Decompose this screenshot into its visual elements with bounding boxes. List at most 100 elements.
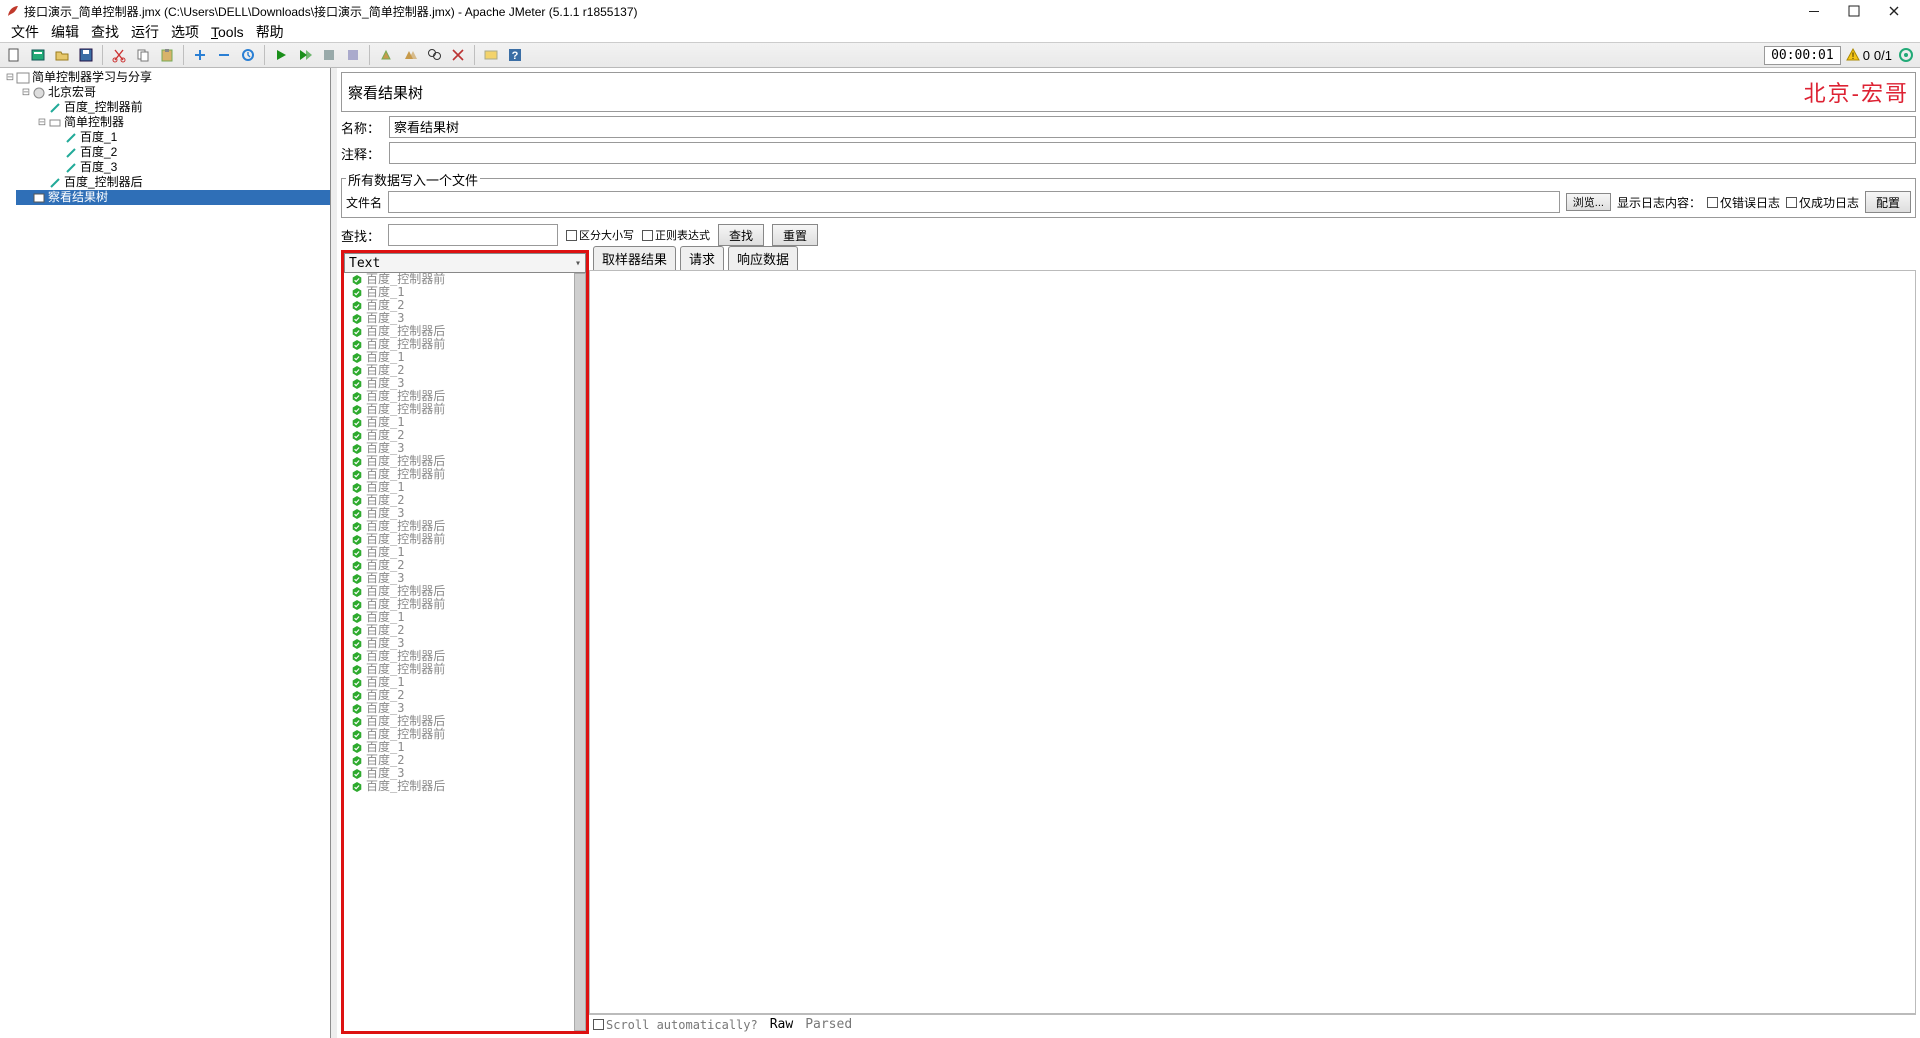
configure-button[interactable]: 配置 [1865,191,1911,213]
errors-only-checkbox[interactable]: 仅错误日志 [1707,194,1780,211]
menu-edit[interactable]: 编辑 [46,21,84,43]
collapse-icon[interactable]: ⊟ [36,115,48,130]
menu-options[interactable]: 选项 [166,21,204,43]
tree-sampler-3[interactable]: 百度_3 [48,160,330,175]
results-list-panel: Text ▾ 百度_控制器前百度_1百度_2百度_3百度_控制器后百度_控制器前… [341,250,589,1034]
sampler-icon [48,101,62,115]
search-reset-icon[interactable] [448,45,468,65]
templates-icon[interactable] [28,45,48,65]
chevron-down-icon: ▾ [575,258,581,269]
tree-test-plan[interactable]: ⊟ 简单控制器学习与分享 [0,70,330,85]
paste-icon[interactable] [157,45,177,65]
clear-all-icon[interactable] [400,45,420,65]
search-icon[interactable] [424,45,444,65]
parsed-label[interactable]: Parsed [805,1017,852,1032]
panel-title-bar: 察看结果树 北京-宏哥 [341,72,1916,112]
filename-input[interactable] [388,191,1560,213]
tab-request[interactable]: 请求 [680,246,724,270]
menu-bar: 文件 编辑 查找 运行 选项 Tools 帮助 [0,22,1920,42]
tree-view-results-tree[interactable]: 察看结果树 [16,190,330,205]
minimize-button[interactable] [1794,0,1834,22]
new-icon[interactable] [4,45,24,65]
scroll-thumb[interactable] [574,273,586,1031]
tree-sampler-2[interactable]: 百度_2 [48,145,330,160]
collapse-icon[interactable]: ⊟ [20,85,32,100]
collapse-icon[interactable]: ⊟ [4,70,16,85]
warning-indicator[interactable]: ! 0 [1845,47,1870,63]
menu-help[interactable]: 帮助 [251,21,289,43]
name-label: 名称： [341,118,389,137]
controller-icon [48,116,62,130]
threadgroup-icon [32,86,46,100]
window-title: 接口演示_简单控制器.jmx (C:\Users\DELL\Downloads\… [24,3,1794,20]
server-status-icon[interactable] [1896,45,1916,65]
test-plan-tree[interactable]: ⊟ 简单控制器学习与分享 ⊟ 北京宏哥 百度_控制器前 [0,68,331,1038]
menu-file[interactable]: 文件 [6,21,44,43]
tab-sampler-result[interactable]: 取样器结果 [593,246,676,270]
scrollbar[interactable] [574,273,586,1031]
shutdown-icon[interactable] [343,45,363,65]
filename-label: 文件名 [346,194,382,211]
panel-title: 察看结果树 [348,82,423,103]
renderer-combo[interactable]: Text ▾ [344,253,586,273]
elapsed-time: 00:00:01 [1764,46,1841,65]
clear-icon[interactable] [376,45,396,65]
save-icon[interactable] [76,45,96,65]
search-label: 查找： [341,226,380,245]
tree-simple-controller[interactable]: ⊟简单控制器 [32,115,330,130]
maximize-button[interactable] [1834,0,1874,22]
result-item[interactable]: 百度_控制器后 [352,780,574,793]
toggle-icon[interactable] [238,45,258,65]
cut-icon[interactable] [109,45,129,65]
watermark: 北京-宏哥 [1804,76,1909,108]
toolbar: ? 00:00:01 ! 0 0/1 [0,42,1920,68]
app-icon [6,4,20,18]
write-results-group: 所有数据写入一个文件 文件名 浏览... 显示日志内容： 仅错误日志 仅成功日志… [341,168,1916,218]
raw-label[interactable]: Raw [770,1017,793,1032]
menu-run[interactable]: 运行 [126,21,164,43]
expand-icon[interactable] [190,45,210,65]
open-icon[interactable] [52,45,72,65]
sampler-icon [64,161,78,175]
tree-sampler-pre[interactable]: 百度_控制器前 [32,100,330,115]
stop-icon[interactable] [319,45,339,65]
case-sensitive-checkbox[interactable]: 区分大小写 [566,227,634,243]
menu-find[interactable]: 查找 [86,21,124,43]
tree-sampler-post[interactable]: 百度_控制器后 [32,175,330,190]
showlog-label: 显示日志内容： [1617,194,1701,211]
browse-button[interactable]: 浏览... [1566,193,1611,211]
sampler-icon [48,176,62,190]
regex-checkbox[interactable]: 正则表达式 [642,227,710,243]
menu-tools[interactable]: Tools [206,23,249,41]
tree-thread-group[interactable]: ⊟ 北京宏哥 [16,85,330,100]
sampler-icon [64,146,78,160]
search-button[interactable]: 查找 [718,224,764,246]
collapse-icon[interactable] [214,45,234,65]
group-legend: 所有数据写入一个文件 [346,168,480,189]
comment-input[interactable] [389,142,1916,164]
function-helper-icon[interactable] [481,45,501,65]
testplan-icon [16,71,30,85]
copy-icon[interactable] [133,45,153,65]
close-button[interactable] [1874,0,1914,22]
tab-content [589,270,1916,1014]
tab-response[interactable]: 响应数据 [728,246,798,270]
tab-bar: 取样器结果 请求 响应数据 [589,250,1916,270]
sampler-icon [64,131,78,145]
success-only-checkbox[interactable]: 仅成功日志 [1786,194,1859,211]
comment-label: 注释： [341,144,389,163]
scroll-auto-checkbox[interactable]: Scroll automatically? [593,1018,758,1032]
result-list[interactable]: 百度_控制器前百度_1百度_2百度_3百度_控制器后百度_控制器前百度_1百度_… [344,273,574,1031]
run-notimers-icon[interactable] [295,45,315,65]
tree-sampler-1[interactable]: 百度_1 [48,130,330,145]
warning-count: 0 [1863,48,1870,63]
thread-count: 0/1 [1874,48,1892,63]
help-icon[interactable]: ? [505,45,525,65]
svg-text:?: ? [512,50,519,62]
search-input[interactable] [388,224,558,246]
run-icon[interactable] [271,45,291,65]
reset-button[interactable]: 重置 [772,224,818,246]
listener-icon [32,191,46,205]
svg-text:!: ! [1851,51,1854,61]
name-input[interactable]: 察看结果树 [389,116,1916,138]
